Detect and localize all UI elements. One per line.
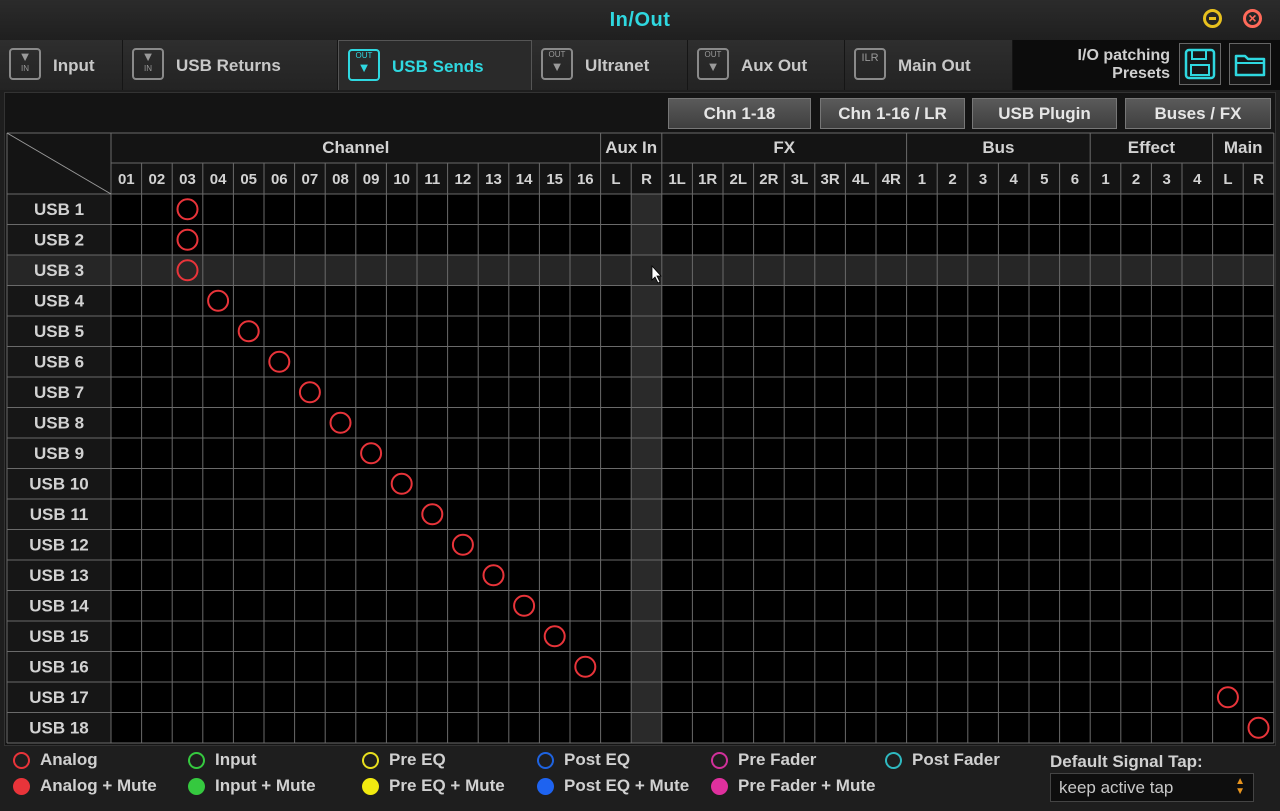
- row-label: USB 1: [34, 200, 84, 219]
- row-label: USB 14: [29, 597, 89, 616]
- column-header: 02: [149, 171, 166, 188]
- column-header: L: [611, 171, 620, 188]
- column-header: 06: [271, 171, 288, 188]
- column-header: 07: [302, 171, 319, 188]
- group-header: Bus: [982, 138, 1014, 157]
- row-label: USB 4: [34, 292, 85, 311]
- column-header: 10: [393, 171, 410, 188]
- row-label: USB 10: [29, 475, 89, 494]
- column-header: 05: [240, 171, 257, 188]
- legend-swatch-icon: [188, 752, 205, 769]
- column-header: 2: [948, 171, 956, 188]
- column-header: 2: [1132, 171, 1140, 188]
- column-header: 3R: [821, 171, 840, 188]
- column-header: 13: [485, 171, 502, 188]
- group-header: Channel: [322, 138, 389, 157]
- row-label: USB 9: [34, 444, 84, 463]
- column-header: 12: [455, 171, 472, 188]
- column-header: 5: [1040, 171, 1048, 188]
- column-header: 4: [1010, 171, 1019, 188]
- column-header: R: [641, 171, 652, 188]
- column-header: 3: [1163, 171, 1171, 188]
- legend-label: Analog + Mute: [40, 776, 157, 795]
- column-header: 6: [1071, 171, 1079, 188]
- row-label: USB 2: [34, 231, 84, 250]
- signal-tap-label: Default Signal Tap:: [1050, 752, 1203, 771]
- routing-matrix: Channel Aux In FX Bus Effect Main 01 02 03 04 05 06…: [6, 132, 1275, 744]
- column-header: 2R: [759, 171, 778, 188]
- legend-label: Input + Mute: [215, 776, 316, 795]
- signal-tap-select[interactable]: keep active tap ▲ ▼: [1050, 773, 1254, 802]
- legend-label: Post EQ: [564, 750, 631, 769]
- row-label: USB 11: [30, 505, 89, 524]
- legend-label: Pre Fader + Mute: [738, 776, 876, 795]
- column-header: 3L: [791, 171, 809, 188]
- row-label: USB 13: [29, 566, 89, 585]
- column-header: 09: [363, 171, 380, 188]
- row-label: USB 8: [34, 414, 84, 433]
- row-label: USB 12: [29, 536, 89, 555]
- legend-swatch-icon: [188, 778, 205, 795]
- column-header: 1: [918, 171, 926, 188]
- select-arrows-icon: ▲ ▼: [1235, 776, 1245, 797]
- legend-label: Pre EQ: [389, 750, 446, 769]
- legend-label: Input: [215, 750, 257, 769]
- column-header: R: [1253, 171, 1264, 188]
- row-label: USB 16: [29, 658, 89, 677]
- legend-swatch-icon: [711, 778, 728, 795]
- column-header: 1R: [698, 171, 717, 188]
- legend-swatch-icon: [537, 752, 554, 769]
- column-header: L: [1223, 171, 1232, 188]
- legend-label: Analog: [40, 750, 98, 769]
- column-header: 04: [210, 171, 227, 188]
- legend-swatch-icon: [537, 778, 554, 795]
- row-label: USB 5: [34, 322, 84, 341]
- column-header: 11: [424, 171, 440, 188]
- column-header: 4L: [852, 171, 870, 188]
- column-header: 15: [546, 171, 563, 188]
- column-header: 2L: [730, 171, 748, 188]
- signal-tap-value: keep active tap: [1059, 778, 1174, 797]
- legend-label: Post EQ + Mute: [564, 776, 690, 795]
- column-header: 3: [979, 171, 987, 188]
- legend-label: Pre Fader: [738, 750, 817, 769]
- column-header: 4: [1193, 171, 1202, 188]
- row-label: USB 3: [34, 261, 84, 280]
- column-header: 01: [118, 171, 135, 188]
- column-header: 03: [179, 171, 196, 188]
- column-header: 4R: [882, 171, 901, 188]
- column-header: 08: [332, 171, 349, 188]
- legend-label: Pre EQ + Mute: [389, 776, 505, 795]
- column-header: 14: [516, 171, 533, 188]
- row-label: USB 15: [29, 627, 89, 646]
- legend-swatch-icon: [13, 752, 30, 769]
- group-header: FX: [773, 138, 795, 157]
- group-header: Aux In: [605, 138, 657, 157]
- row-label: USB 17: [29, 688, 89, 707]
- column-header: 1: [1101, 171, 1109, 188]
- row-label: USB 6: [34, 353, 84, 372]
- column-header: 16: [577, 171, 594, 188]
- legend-swatch-icon: [711, 752, 728, 769]
- legend-swatch-icon: [362, 752, 379, 769]
- legend-swatch-icon: [362, 778, 379, 795]
- group-header: Main: [1224, 138, 1263, 157]
- legend-label: Post Fader: [912, 750, 1000, 769]
- group-header: Effect: [1128, 138, 1176, 157]
- column-header: 1L: [668, 171, 686, 188]
- row-label: USB 18: [29, 719, 89, 738]
- legend-swatch-icon: [885, 752, 902, 769]
- row-label: USB 7: [34, 383, 84, 402]
- legend-swatch-icon: [13, 778, 30, 795]
